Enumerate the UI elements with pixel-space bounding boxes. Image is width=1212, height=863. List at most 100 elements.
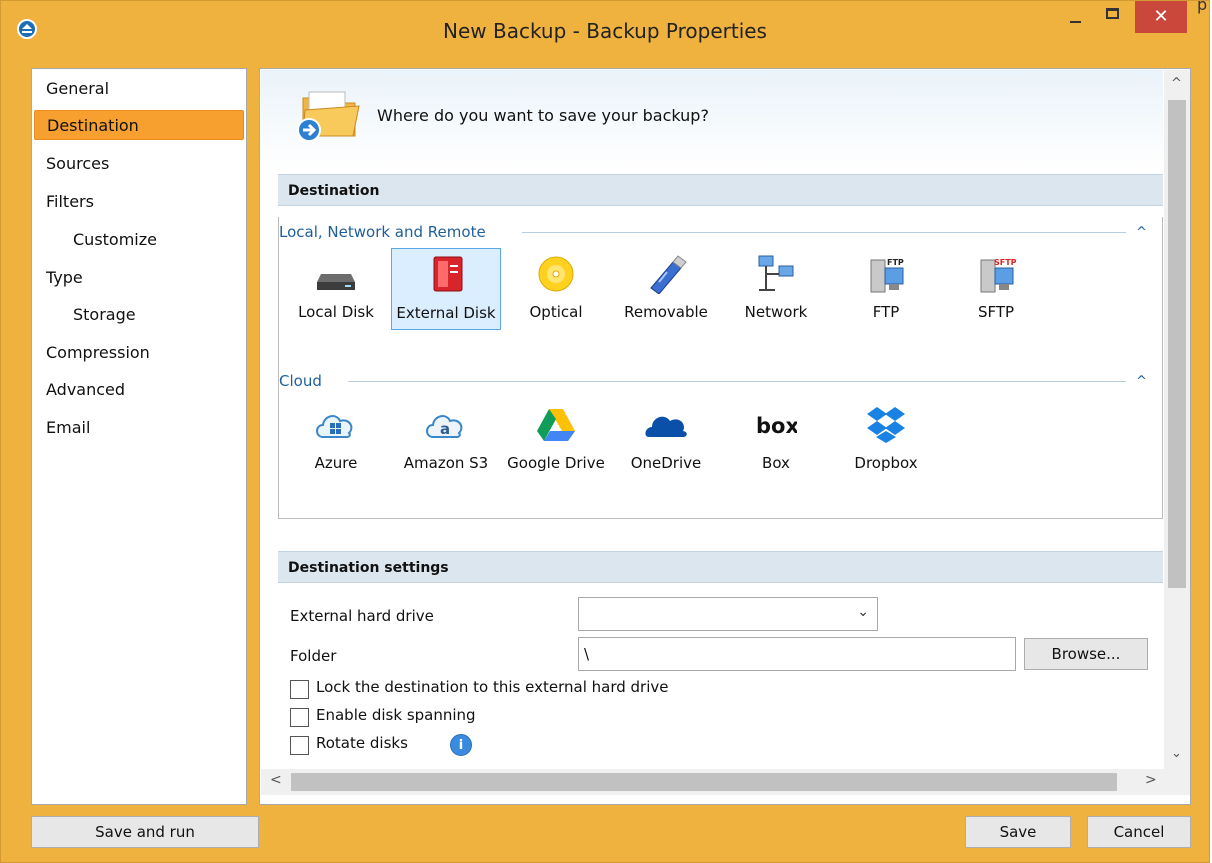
destination-panel: Where do you want to save your backup? D… xyxy=(259,68,1191,805)
close-button[interactable]: ✕ xyxy=(1135,1,1187,33)
sidebar-item-storage[interactable]: Storage xyxy=(73,300,136,330)
horizontal-scrollbar[interactable]: < > xyxy=(261,769,1190,795)
checkbox-box[interactable] xyxy=(290,736,309,755)
destination-onedrive[interactable]: OneDrive xyxy=(611,399,721,481)
sidebar-item-destination[interactable]: Destination xyxy=(34,110,244,140)
horizontal-scroll-thumb[interactable] xyxy=(291,773,1117,791)
checkbox-label: Enable disk spanning xyxy=(316,706,476,724)
window-title: New Backup - Backup Properties xyxy=(443,19,767,43)
sidebar-item-customize[interactable]: Customize xyxy=(73,225,157,255)
backup-properties-window: New Backup - Backup Properties ✕ p Gener… xyxy=(0,0,1210,863)
google-drive-icon xyxy=(537,409,575,441)
destination-network[interactable]: Network xyxy=(721,248,831,330)
destination-local-disk[interactable]: Local Disk xyxy=(281,248,391,330)
box-logo-text: box xyxy=(756,414,797,438)
amazon-glyph-text: a xyxy=(440,420,450,438)
checkbox-label: Lock the destination to this external ha… xyxy=(316,678,669,696)
minimize-button[interactable] xyxy=(1058,1,1092,33)
destination-label: FTP xyxy=(872,303,900,321)
info-icon[interactable]: i xyxy=(450,734,472,756)
usb-drive-icon xyxy=(650,255,687,294)
destination-dropbox[interactable]: Dropbox xyxy=(831,399,941,481)
save-and-run-button[interactable]: Save and run xyxy=(31,816,259,848)
maximize-button[interactable] xyxy=(1093,1,1133,33)
optical-disc-icon xyxy=(538,256,574,292)
panel-header: Where do you want to save your backup? xyxy=(261,70,1163,170)
scroll-right-icon[interactable]: > xyxy=(1145,772,1157,788)
edge-fragment-text: p xyxy=(1197,0,1208,14)
ftp-server-icon: FTP xyxy=(870,258,904,293)
sftp-server-icon: SFTP xyxy=(980,258,1017,293)
scroll-up-icon[interactable]: ^ xyxy=(1171,76,1182,91)
destination-section-header: Destination xyxy=(278,174,1163,206)
destination-ftp[interactable]: FTP FTP xyxy=(831,248,941,330)
destination-azure[interactable]: Azure xyxy=(281,399,391,481)
azure-cloud-icon xyxy=(316,415,353,438)
chevron-down-icon: ⌄ xyxy=(857,604,869,620)
vertical-scroll-thumb[interactable] xyxy=(1168,100,1186,588)
sidebar-item-general[interactable]: General xyxy=(46,74,109,104)
local-group-divider xyxy=(522,232,1126,233)
box-logo-icon: box xyxy=(756,414,797,438)
checkbox-box[interactable] xyxy=(290,680,309,699)
local-disk-icon xyxy=(317,274,355,290)
folder-arrow-icon xyxy=(297,91,360,142)
folder-input[interactable] xyxy=(578,637,1016,671)
scroll-down-icon[interactable]: ⌄ xyxy=(1171,746,1182,761)
collapse-cloud-chevron-icon[interactable]: ^ xyxy=(1136,374,1147,389)
browse-button[interactable]: Browse... xyxy=(1024,638,1148,670)
destination-label: Network xyxy=(744,303,808,321)
destination-google-drive[interactable]: Google Drive xyxy=(501,399,611,481)
destination-label: External Disk xyxy=(396,304,496,322)
maximize-icon xyxy=(1106,8,1119,19)
destination-label: Box xyxy=(762,454,790,472)
destination-label: Google Drive xyxy=(507,454,605,472)
destination-box[interactable]: box Box xyxy=(721,399,831,481)
destination-label: Amazon S3 xyxy=(403,454,489,472)
settings-sidebar: General Destination Sources Filters Cust… xyxy=(31,68,247,805)
checkbox-box[interactable] xyxy=(290,708,309,727)
sftp-badge-text: SFTP xyxy=(994,258,1017,267)
onedrive-icon xyxy=(645,416,687,437)
external-disk-icon xyxy=(433,256,463,292)
external-drive-select[interactable]: ⌄ xyxy=(578,597,878,631)
external-drive-label: External hard drive xyxy=(290,607,434,625)
destination-amazon-s3[interactable]: a Amazon S3 xyxy=(391,399,501,481)
ftp-badge-text: FTP xyxy=(887,258,904,267)
sidebar-item-advanced[interactable]: Advanced xyxy=(46,375,125,405)
save-button[interactable]: Save xyxy=(965,816,1071,848)
vertical-scrollbar[interactable]: ^ ⌄ xyxy=(1164,70,1190,770)
dropbox-icon xyxy=(867,407,905,443)
destination-label: SFTP xyxy=(977,303,1015,321)
destination-label: Local Disk xyxy=(298,303,374,321)
destination-settings-header: Destination settings xyxy=(278,551,1163,583)
destination-label: Optical xyxy=(529,303,583,321)
destination-external-disk[interactable]: External Disk xyxy=(391,248,501,330)
destination-label: Dropbox xyxy=(854,454,918,472)
destination-removable[interactable]: Removable xyxy=(611,248,721,330)
cancel-button[interactable]: Cancel xyxy=(1087,816,1191,848)
collapse-local-chevron-icon[interactable]: ^ xyxy=(1136,225,1147,240)
sidebar-item-compression[interactable]: Compression xyxy=(46,338,150,368)
destination-sftp[interactable]: SFTP SFTP xyxy=(941,248,1051,330)
network-icon xyxy=(758,255,794,291)
folder-label: Folder xyxy=(290,647,337,665)
sidebar-item-email[interactable]: Email xyxy=(46,413,90,443)
checkbox-label: Rotate disks xyxy=(316,734,408,752)
close-icon: ✕ xyxy=(1153,6,1169,27)
destination-label: Azure xyxy=(314,454,358,472)
header-question: Where do you want to save your backup? xyxy=(377,106,709,125)
destination-label: Removable xyxy=(624,303,708,321)
sidebar-item-sources[interactable]: Sources xyxy=(46,149,109,179)
scroll-left-icon[interactable]: < xyxy=(270,772,282,788)
destination-label: OneDrive xyxy=(630,454,702,472)
cloud-group-title: Cloud xyxy=(279,372,328,390)
cloud-group-divider xyxy=(348,381,1126,382)
sidebar-item-filters[interactable]: Filters xyxy=(46,187,94,217)
amazon-s3-icon: a xyxy=(426,415,463,438)
minimize-icon xyxy=(1070,21,1081,23)
title-bar[interactable]: New Backup - Backup Properties ✕ p xyxy=(1,0,1209,59)
destination-optical[interactable]: Optical xyxy=(501,248,611,330)
sidebar-item-type[interactable]: Type xyxy=(46,263,83,293)
local-network-remote-group-title: Local, Network and Remote xyxy=(279,223,492,241)
